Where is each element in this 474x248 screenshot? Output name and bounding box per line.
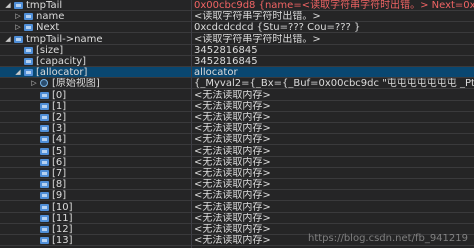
watch-row[interactable]: ▷ Next 0xcdcdcdcd {Stu=??? Cou=??? } — [0, 22, 474, 34]
field-icon — [40, 114, 49, 121]
field-icon — [14, 35, 23, 43]
field-icon — [40, 170, 49, 177]
field-icon — [40, 147, 49, 155]
watch-row[interactable]: [size] 3452816845 — [0, 45, 474, 56]
watch-row[interactable]: [10] <无法读取内存> — [0, 202, 474, 213]
field-icon — [24, 24, 33, 32]
raw-view-icon — [40, 79, 48, 88]
watch-row[interactable]: [9] <无法读取内存> — [0, 190, 474, 202]
watch-row[interactable]: [2] <无法读取内存> — [0, 112, 474, 123]
watch-row[interactable]: [8] <无法读取内存> — [0, 179, 474, 191]
field-icon — [40, 136, 49, 144]
watermark: https://blog.csdn.net/fb_941219 — [307, 233, 468, 244]
field-icon — [40, 214, 49, 222]
field-icon — [40, 237, 49, 245]
watch-row[interactable]: ◢ tmpTail->name <读取字符串字符时出错。> — [0, 34, 474, 45]
watch-tree: ◢ tmpTail 0x00cbc9d8 {name=<读取字符串字符时出错。> N… — [0, 0, 474, 248]
watch-row[interactable]: ▷ name <读取字符串字符时出错。> — [0, 11, 474, 23]
field-icon — [40, 226, 49, 233]
field-icon — [40, 192, 49, 200]
field-icon — [24, 69, 33, 77]
field-icon — [40, 91, 49, 99]
watch-row[interactable]: [11] <无法读取内存> — [0, 213, 474, 224]
watch-row[interactable]: [4] <无法读取内存> — [0, 134, 474, 146]
field-icon — [14, 2, 23, 9]
column-divider[interactable] — [191, 0, 192, 248]
watch-row[interactable]: [capacity] 3452816845 — [0, 56, 474, 67]
watch-row[interactable]: ▷ [原始视图] {_Myval2={_Bx={_Buf=0x00cbc9dc "屯… — [0, 78, 474, 90]
field-icon — [40, 158, 49, 166]
watch-row[interactable]: [7] <无法读取内存> — [0, 168, 474, 179]
watch-row[interactable]: ◢ tmpTail 0x00cbc9d8 {name=<读取字符串字符时出错。> N… — [0, 0, 474, 11]
watch-row[interactable]: [1] <无法读取内存> — [0, 101, 474, 112]
watch-row[interactable]: [6] <无法读取内存> — [0, 157, 474, 168]
field-icon — [24, 13, 33, 21]
row-separator — [0, 245, 474, 247]
watch-row[interactable]: [3] <无法读取内存> — [0, 123, 474, 135]
watch-row[interactable]: [5] <无法读取内存> — [0, 146, 474, 157]
watch-row[interactable]: ◢ [allocator] allocator — [0, 67, 474, 79]
field-icon — [24, 46, 33, 54]
field-icon — [40, 125, 49, 133]
field-icon — [40, 181, 49, 189]
field-icon — [24, 58, 33, 65]
field-icon — [40, 203, 49, 211]
field-icon — [40, 102, 49, 110]
watch-row[interactable]: [0] <无法读取内存> — [0, 90, 474, 101]
